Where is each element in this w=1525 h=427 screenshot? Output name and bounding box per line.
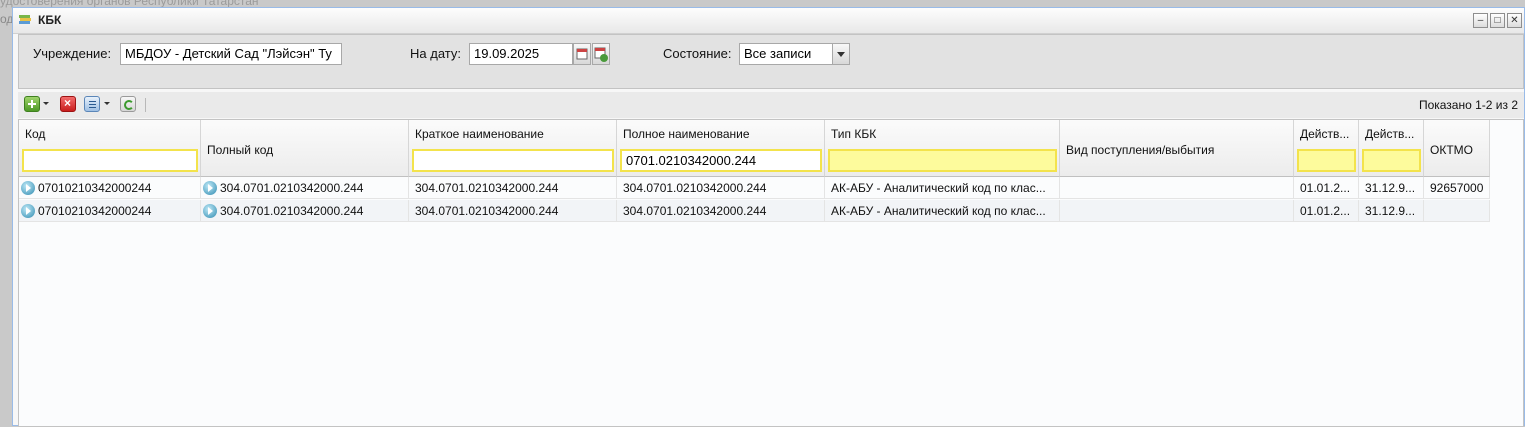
- column-header-short-name[interactable]: Краткое наименование: [409, 120, 617, 177]
- cell-text: 304.0701.0210342000.244: [220, 204, 364, 218]
- filter-panel: Учреждение: МБДОУ - Детский Сад "Лэйсэн"…: [18, 34, 1524, 89]
- column-title: Краткое наименование: [415, 127, 544, 141]
- date-field[interactable]: 19.09.2025: [469, 43, 573, 65]
- record-icon[interactable]: [21, 181, 35, 195]
- cell-full-name: 304.0701.0210342000.244: [617, 177, 825, 199]
- cell-receipt-type: [1060, 177, 1294, 199]
- kbk-grid: Код Полный код Краткое наименование Полн…: [18, 119, 1524, 427]
- cell-oktmo: 92657000: [1424, 177, 1490, 199]
- cell-text: 07010210342000244: [38, 181, 152, 195]
- cell-valid-to: 31.12.9...: [1359, 200, 1424, 222]
- calendar-icon: [576, 48, 588, 60]
- cell-kod: 07010210342000244: [19, 177, 201, 199]
- record-icon[interactable]: [203, 204, 217, 218]
- column-header-valid-to[interactable]: Действ...: [1359, 120, 1424, 177]
- cell-full-name: 304.0701.0210342000.244: [617, 200, 825, 222]
- table-row[interactable]: 07010210342000244 304.0701.0210342000.24…: [19, 200, 1490, 222]
- chevron-down-icon: [837, 52, 845, 57]
- cell-text: 304.0701.0210342000.244: [220, 181, 364, 195]
- cell-full-code: 304.0701.0210342000.244: [201, 177, 409, 199]
- add-dropdown-arrow[interactable]: [43, 102, 49, 105]
- column-header-receipt-type[interactable]: Вид поступления/выбытия: [1060, 120, 1294, 177]
- cell-valid-to: 31.12.9...: [1359, 177, 1424, 199]
- refresh-icon[interactable]: [120, 96, 136, 112]
- institution-field[interactable]: МБДОУ - Детский Сад "Лэйсэн" Ту: [120, 43, 342, 65]
- filter-valid-to-input[interactable]: [1362, 149, 1421, 172]
- column-title: Полный код: [207, 143, 274, 157]
- cell-full-code: 304.0701.0210342000.244: [201, 200, 409, 222]
- column-title: Тип КБК: [831, 127, 877, 141]
- cell-oktmo: [1424, 200, 1490, 222]
- cell-kbk-type: АК-АБУ - Аналитический код по клас...: [825, 177, 1060, 199]
- cell-kod: 07010210342000244: [19, 200, 201, 222]
- column-title: Действ...: [1365, 127, 1415, 141]
- column-title: Полное наименование: [623, 127, 750, 141]
- minimize-button[interactable]: –: [1473, 13, 1488, 28]
- cell-kbk-type: АК-АБУ - Аналитический код по клас...: [825, 200, 1060, 222]
- paging-info: Показано 1-2 из 2: [1418, 98, 1518, 112]
- column-header-kbk-type[interactable]: Тип КБК: [825, 120, 1060, 177]
- cell-valid-from: 01.01.2...: [1294, 200, 1359, 222]
- cell-valid-from: 01.01.2...: [1294, 177, 1359, 199]
- cell-short-name: 304.0701.0210342000.244: [409, 177, 617, 199]
- date-label: На дату:: [410, 46, 461, 61]
- list-icon[interactable]: [84, 96, 100, 112]
- column-header-full-code[interactable]: Полный код: [201, 120, 409, 177]
- add-icon[interactable]: [24, 96, 40, 112]
- column-header-full-name[interactable]: Полное наименование 0701.0210342000.244: [617, 120, 825, 177]
- calendar-refresh-icon: [594, 47, 608, 62]
- state-dropdown-button[interactable]: [832, 43, 850, 65]
- window-title: КБК: [38, 13, 62, 27]
- cell-short-name: 304.0701.0210342000.244: [409, 200, 617, 222]
- column-header-valid-from[interactable]: Действ...: [1294, 120, 1359, 177]
- filter-kbk-type-input[interactable]: [828, 149, 1057, 172]
- book-stack-icon: [19, 15, 31, 24]
- cell-receipt-type: [1060, 200, 1294, 222]
- column-title: ОКТМО: [1430, 143, 1473, 157]
- maximize-button[interactable]: □: [1490, 13, 1505, 28]
- column-title: Действ...: [1300, 127, 1350, 141]
- list-dropdown-arrow[interactable]: [104, 102, 110, 105]
- filter-kod-input[interactable]: [22, 149, 198, 172]
- institution-label: Учреждение:: [33, 46, 112, 61]
- table-row[interactable]: 07010210342000244 304.0701.0210342000.24…: [19, 177, 1490, 199]
- record-icon[interactable]: [21, 204, 35, 218]
- column-header-oktmo[interactable]: ОКТМО: [1424, 120, 1490, 177]
- record-icon[interactable]: [203, 181, 217, 195]
- close-button[interactable]: ✕: [1507, 13, 1522, 28]
- state-select[interactable]: Все записи: [739, 43, 833, 65]
- delete-icon[interactable]: ×: [60, 96, 76, 112]
- window-titlebar[interactable]: КБК – □ ✕: [13, 8, 1524, 34]
- filter-short-name-input[interactable]: [412, 149, 614, 172]
- column-title: Вид поступления/выбытия: [1066, 143, 1215, 157]
- date-refresh-button[interactable]: [592, 43, 610, 65]
- toolbar-separator: [145, 98, 146, 112]
- cell-text: 07010210342000244: [38, 204, 152, 218]
- column-header-kod[interactable]: Код: [19, 120, 201, 177]
- grid-toolbar: × Показано 1-2 из 2: [18, 92, 1524, 118]
- column-title: Код: [25, 127, 46, 141]
- calendar-button[interactable]: [573, 43, 591, 65]
- filter-full-name-input[interactable]: 0701.0210342000.244: [620, 149, 822, 172]
- kbk-window: КБК – □ ✕ Учреждение: МБДОУ - Детский Са…: [12, 7, 1525, 427]
- state-label: Состояние:: [663, 46, 732, 61]
- filter-valid-from-input[interactable]: [1297, 149, 1356, 172]
